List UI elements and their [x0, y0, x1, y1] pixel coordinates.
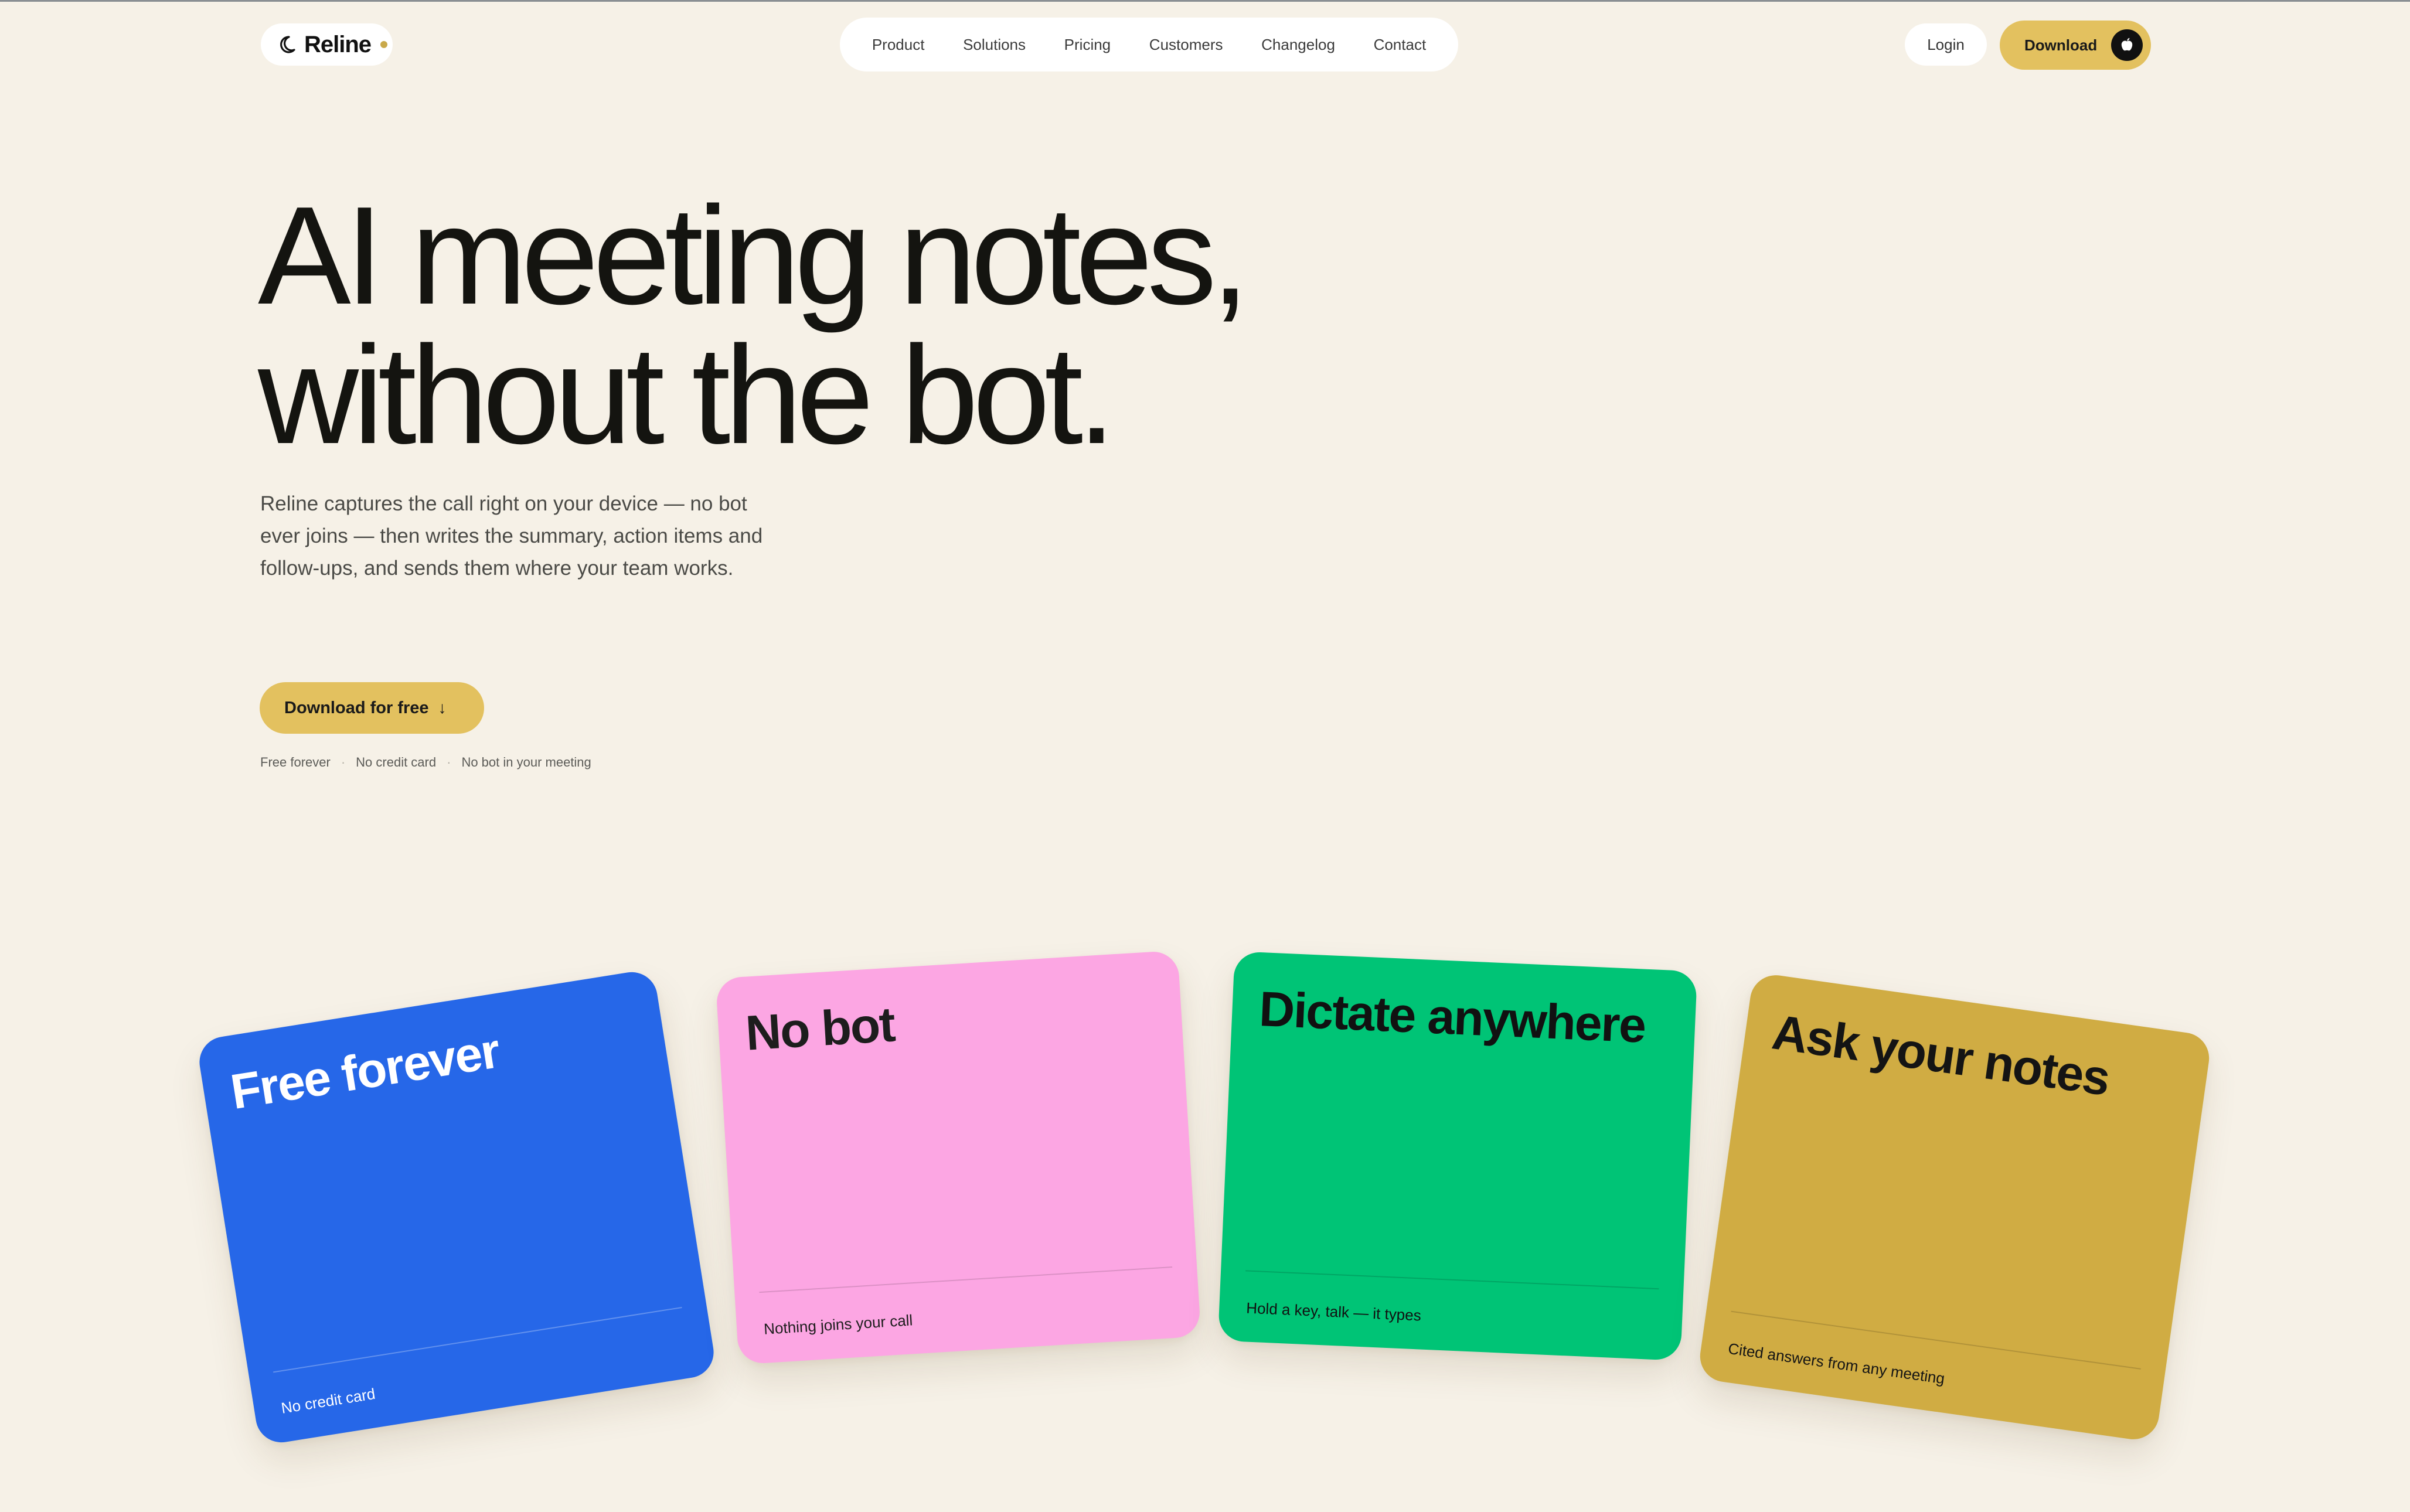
- nav-link-customers[interactable]: Customers: [1149, 36, 1223, 54]
- nav-link-pricing[interactable]: Pricing: [1064, 36, 1111, 54]
- card-title: No bot: [744, 996, 896, 1061]
- apple-icon: [2111, 29, 2143, 61]
- perk-separator: ·: [341, 755, 346, 769]
- card-title: Free forever: [227, 1023, 503, 1120]
- login-button[interactable]: Login: [1905, 23, 1987, 66]
- card-title: Ask your notes: [1769, 1004, 2113, 1106]
- top-nav: Product Solutions Pricing Customers Chan…: [840, 18, 1458, 71]
- hero-title-line-2: without the bot.: [258, 318, 1116, 473]
- hero-subtitle: Reline captures the call right on your d…: [260, 492, 763, 580]
- feature-card-no-bot[interactable]: No bot Nothing joins your call: [715, 950, 1201, 1365]
- cta-label: Download for free: [284, 698, 429, 717]
- nav-link-contact[interactable]: Contact: [1374, 36, 1427, 54]
- download-button[interactable]: Download: [2000, 21, 2151, 70]
- brand-dot: [380, 41, 388, 48]
- nav-link-changelog[interactable]: Changelog: [1261, 36, 1335, 54]
- window-top-border: [0, 0, 2410, 2]
- card-divider: [1245, 1270, 1659, 1290]
- download-button-label: Download: [2024, 36, 2098, 54]
- card-title: Dictate anywhere: [1258, 981, 1647, 1053]
- card-footer: No credit card: [280, 1384, 377, 1417]
- card-divider: [759, 1266, 1173, 1293]
- download-for-free-button[interactable]: Download for free ↓: [260, 682, 484, 734]
- hero-title-line-1: AI meeting notes,: [258, 178, 1250, 333]
- brand-logo[interactable]: Reline: [261, 23, 393, 66]
- perk-item: Free forever: [260, 755, 331, 769]
- card-footer: Cited answers from any meeting: [1727, 1339, 1946, 1388]
- perk-separator: ·: [447, 755, 451, 769]
- feature-card-dictate-anywhere[interactable]: Dictate anywhere Hold a key, talk — it t…: [1217, 951, 1698, 1361]
- card-footer: Nothing joins your call: [763, 1311, 914, 1338]
- nav-link-solutions[interactable]: Solutions: [963, 36, 1026, 54]
- login-button-label: Login: [1927, 35, 1965, 53]
- perks-list: Free forever · No credit card · No bot i…: [260, 755, 591, 770]
- arrow-down-icon: ↓: [438, 699, 447, 717]
- brand-name: Reline: [304, 31, 372, 57]
- card-footer: Hold a key, talk — it types: [1245, 1299, 1422, 1324]
- feature-card-ask-your-notes[interactable]: Ask your notes Cited answers from any me…: [1697, 972, 2212, 1443]
- crescent-moon-icon: [280, 36, 295, 53]
- perk-item: No credit card: [356, 755, 437, 769]
- perk-item: No bot in your meeting: [461, 755, 591, 769]
- hero-title: AI meeting notes, without the bot.: [258, 186, 1430, 465]
- nav-link-product[interactable]: Product: [872, 36, 925, 54]
- card-divider: [273, 1306, 682, 1373]
- feature-card-free-forever[interactable]: Free forever No credit card: [196, 968, 717, 1446]
